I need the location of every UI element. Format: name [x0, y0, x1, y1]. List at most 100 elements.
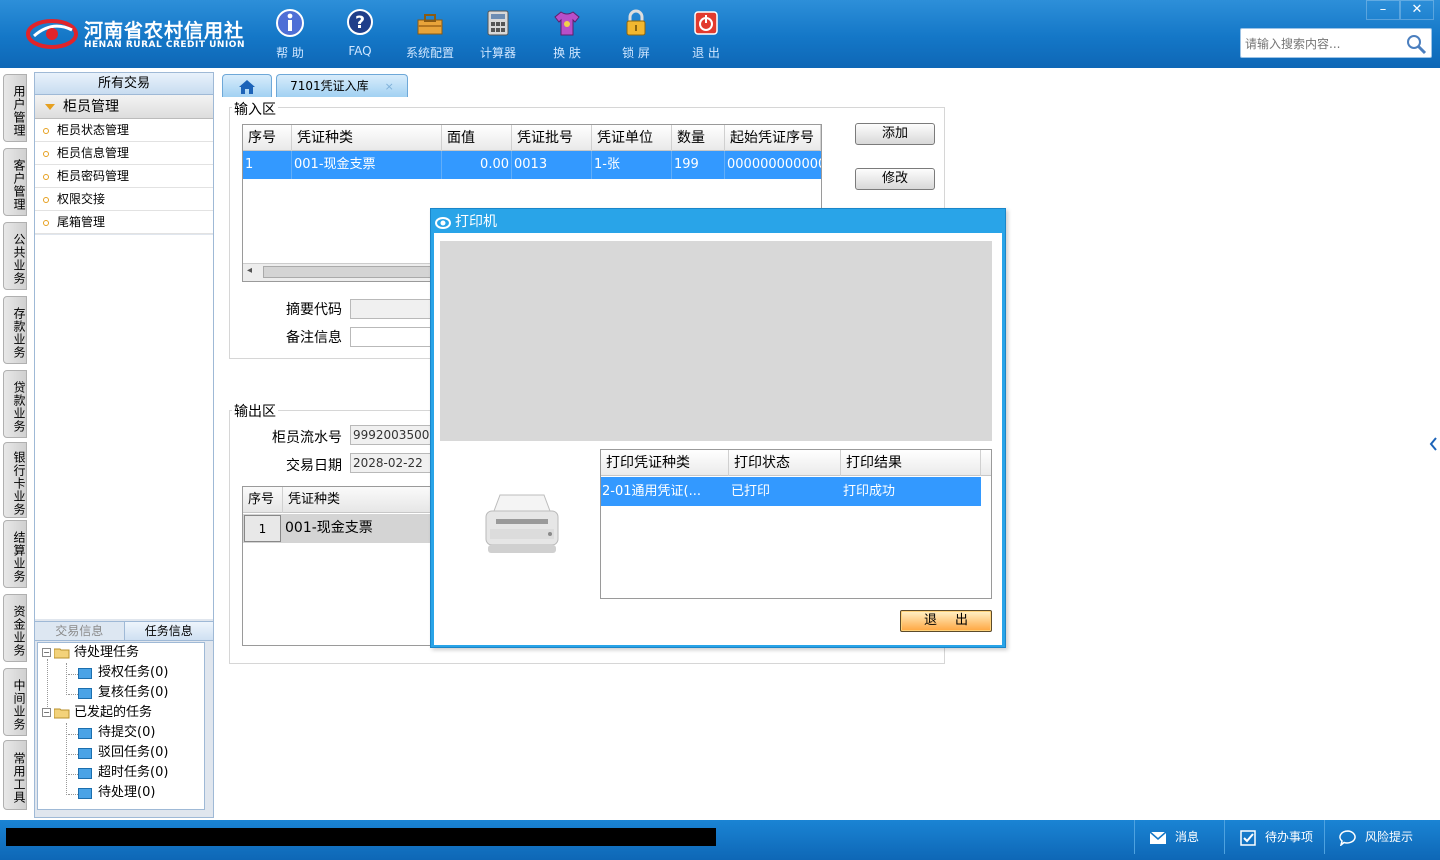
question-icon: ? [347, 9, 373, 35]
search-input[interactable] [1245, 34, 1405, 54]
help-button[interactable]: 帮 助 [260, 8, 320, 62]
tree-label: 待提交(0) [98, 725, 156, 740]
tab-close-icon[interactable]: × [385, 80, 394, 93]
folder-icon [78, 667, 92, 679]
todo-label: 待办事项 [1265, 830, 1314, 844]
cell-unit: 1-张 [592, 151, 672, 179]
close-window-button[interactable]: ✕ [1400, 0, 1434, 20]
column-header[interactable]: 序号 [243, 487, 283, 513]
table-row[interactable]: 1 001-现金支票 0.00 0013 1-张 199 00000000000… [243, 151, 821, 179]
vtab-settlement-business[interactable]: 结算业务 [3, 520, 27, 588]
folder-open-icon [54, 648, 70, 658]
tree-label: 待处理(0) [98, 785, 156, 800]
folder-open-icon [54, 708, 70, 718]
tree-leaf-rejected[interactable]: 驳回任务(0) [78, 743, 168, 763]
remark-label: 备注信息 [286, 330, 342, 346]
tree-label: 复核任务(0) [98, 685, 169, 700]
folder-icon [78, 767, 92, 779]
vtab-common-tools[interactable]: 常用工具 [3, 740, 27, 810]
collapse-toggle-icon[interactable]: − [42, 648, 51, 657]
scroll-left-icon[interactable]: ◂ [247, 265, 252, 276]
menu-item-permission-handover[interactable]: 权限交接 [35, 188, 213, 211]
vtab-bank-card-business[interactable]: 银行卡业务 [3, 442, 27, 518]
tree-leaf-timeout[interactable]: 超时任务(0) [78, 763, 168, 783]
cell-print-result: 打印成功 [843, 484, 896, 499]
column-header[interactable]: 凭证种类 [292, 125, 442, 151]
edit-button[interactable]: 修改 [855, 168, 935, 190]
messages-label: 消息 [1175, 830, 1200, 844]
messages-button[interactable]: 消息 [1134, 820, 1224, 854]
todo-button[interactable]: 待办事项 [1224, 820, 1324, 854]
faq-button[interactable]: ? FAQ [330, 8, 390, 62]
vtab-loan-business[interactable]: 贷款业务 [3, 370, 27, 438]
svg-text:?: ? [355, 13, 365, 33]
search-icon[interactable] [1405, 33, 1427, 55]
menu-item-teller-status[interactable]: 柜员状态管理 [35, 119, 213, 142]
collapse-right-icon[interactable] [1428, 424, 1440, 464]
tree-label: 授权任务(0) [98, 665, 169, 680]
cell-quantity: 199 [672, 151, 725, 179]
column-header[interactable]: 打印结果 [841, 450, 981, 476]
column-header[interactable]: 面值 [442, 125, 512, 151]
column-header[interactable]: 凭证批号 [512, 125, 592, 151]
print-preview-area [440, 241, 992, 441]
dialog-title-bar[interactable]: 打印机 [435, 211, 497, 233]
window-controls: – ✕ [1366, 0, 1440, 20]
tab-transaction-info[interactable]: 交易信息 [35, 622, 125, 640]
cell-print-status: 已打印 [731, 484, 771, 499]
tree-label: 超时任务(0) [98, 765, 169, 780]
power-icon [694, 11, 718, 35]
vtab-public-business[interactable]: 公共业务 [3, 222, 27, 290]
teller-management-group[interactable]: 柜员管理 [35, 95, 213, 119]
logo-chinese-name: 河南省农村信用社 [84, 20, 245, 42]
main-tab-strip: 7101凭证入库 × [218, 72, 1428, 98]
column-header[interactable]: 凭证单位 [592, 125, 672, 151]
calculator-button[interactable]: 计算器 [468, 8, 528, 62]
trade-date-label: 交易日期 [286, 458, 342, 474]
vtab-intermediary-business[interactable]: 中间业务 [3, 668, 27, 736]
lock-screen-button[interactable]: 锁 屏 [606, 8, 666, 62]
exit-app-label: 退 出 [692, 46, 720, 60]
column-header[interactable]: 起始凭证序号 [725, 125, 821, 151]
change-skin-label: 换 肤 [553, 46, 581, 60]
risk-alert-button[interactable]: 风险提示 [1324, 820, 1440, 854]
column-header[interactable]: 打印凭证种类 [601, 450, 729, 476]
column-header[interactable]: 序号 [243, 125, 292, 151]
column-header[interactable]: 数量 [672, 125, 725, 151]
minimize-button[interactable]: – [1366, 0, 1400, 20]
exit-app-button[interactable]: 退 出 [676, 8, 736, 62]
menu-blank-area [35, 235, 213, 619]
tab-label: 7101凭证入库 [290, 79, 369, 93]
tree-node-pending[interactable]: − 待处理任务 [42, 643, 139, 663]
vtab-fund-business[interactable]: 资金业务 [3, 594, 27, 662]
tab-voucher-storage[interactable]: 7101凭证入库 × [276, 74, 408, 98]
bullet-icon [43, 173, 49, 180]
menu-item-tail-box[interactable]: 尾箱管理 [35, 211, 213, 234]
vtab-customer-management[interactable]: 客户管理 [3, 148, 27, 216]
tree-leaf-authorization[interactable]: 授权任务(0) [78, 663, 168, 683]
collapse-toggle-icon[interactable]: − [42, 708, 51, 717]
tree-leaf-to-submit[interactable]: 待提交(0) [78, 723, 155, 743]
tree-leaf-review[interactable]: 复核任务(0) [78, 683, 168, 703]
logo-english-name: HENAN RURAL CREDIT UNION [84, 40, 245, 50]
dialog-exit-button[interactable]: 退出 [900, 610, 992, 632]
checkbox-icon [1240, 829, 1256, 846]
tree-leaf-to-process[interactable]: 待处理(0) [78, 783, 155, 803]
tree-node-initiated[interactable]: − 已发起的任务 [42, 703, 152, 723]
search-box [1240, 28, 1432, 58]
dialog-app-icon [435, 217, 451, 229]
table-row[interactable]: 2-01通用凭证(... 已打印 打印成功 [601, 477, 981, 506]
tab-task-info[interactable]: 任务信息 [124, 622, 213, 640]
tab-home[interactable] [222, 74, 272, 98]
change-skin-button[interactable]: 换 肤 [537, 8, 597, 62]
vtab-user-management[interactable]: 用户管理 [3, 74, 27, 142]
lock-icon [626, 9, 646, 36]
vtab-deposit-business[interactable]: 存款业务 [3, 296, 27, 364]
menu-item-teller-info[interactable]: 柜员信息管理 [35, 142, 213, 165]
folder-icon [78, 727, 92, 739]
system-config-button[interactable]: 系统配置 [400, 8, 460, 62]
faq-label: FAQ [348, 44, 372, 58]
add-button[interactable]: 添加 [855, 123, 935, 145]
menu-item-teller-password[interactable]: 柜员密码管理 [35, 165, 213, 188]
column-header[interactable]: 打印状态 [729, 450, 841, 476]
